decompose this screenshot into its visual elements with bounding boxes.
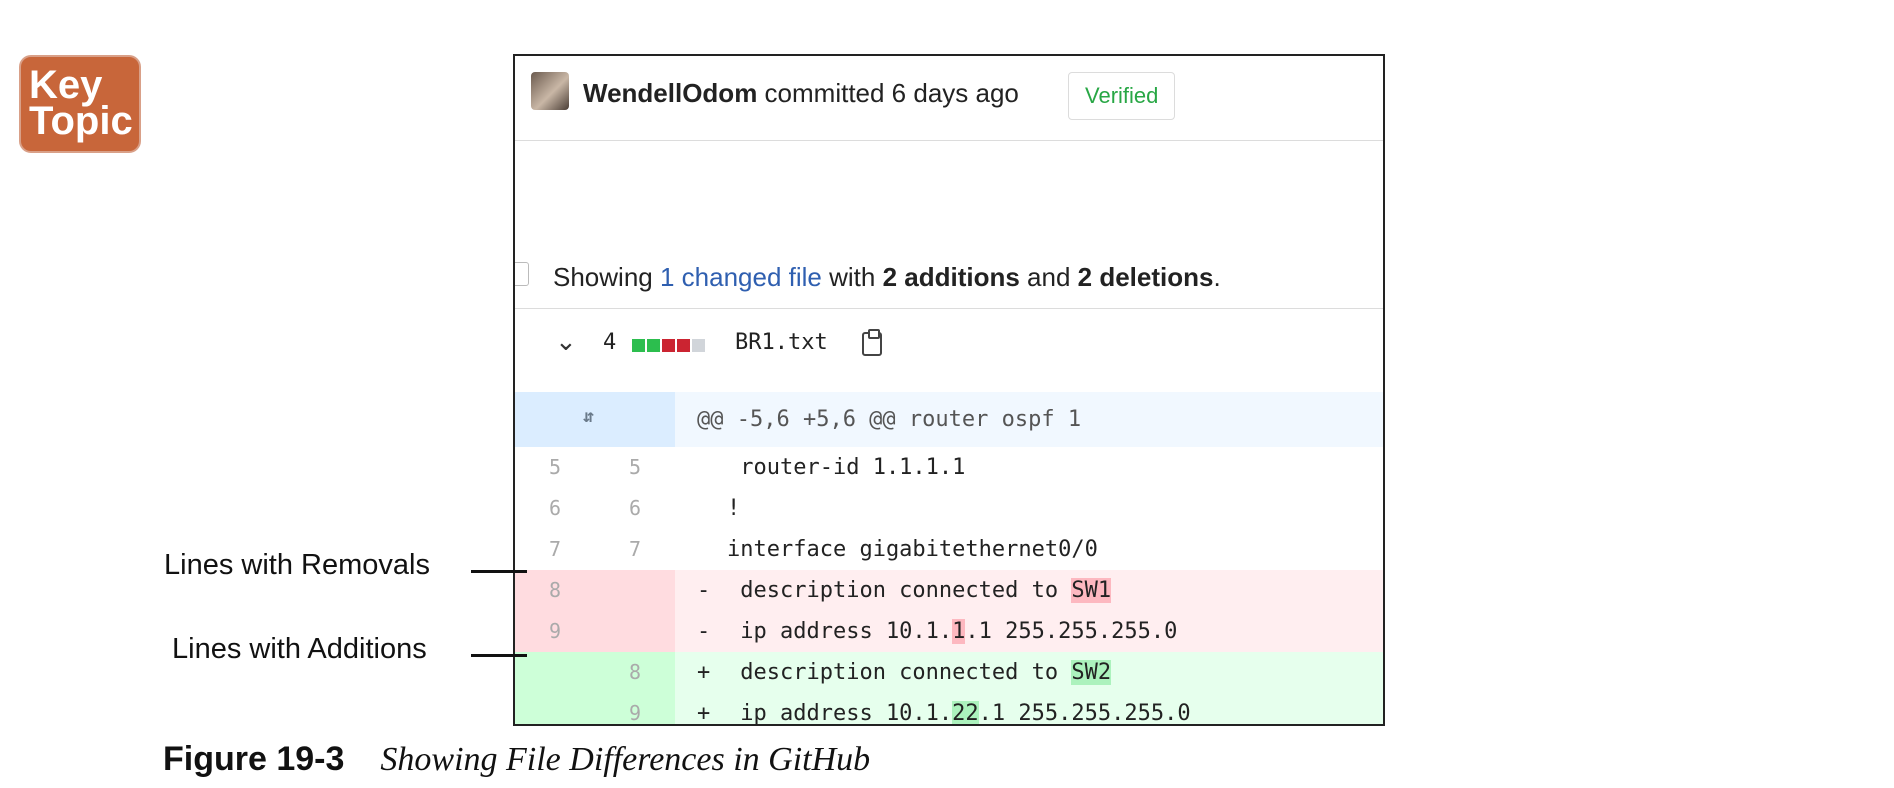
code-prefix: description connected to: [727, 660, 1072, 685]
additions-count: 2 additions: [882, 262, 1020, 292]
old-line-number[interactable]: 6: [515, 488, 595, 529]
new-line-number[interactable]: 9: [595, 693, 675, 724]
code-prefix: ip address 10.1.: [727, 701, 953, 726]
code-text: ip address 10.1.1.1 255.255.255.0: [727, 611, 1177, 652]
diff-sign: +: [697, 660, 711, 685]
commit-header: WendellOdom committed 6 days ago Verifie…: [515, 56, 1383, 141]
file-header: ⌄ 4 BR1.txt: [515, 308, 1383, 392]
new-line-number[interactable]: 6: [595, 488, 675, 529]
old-line-number[interactable]: 7: [515, 529, 595, 570]
deletions-count: 2 deletions: [1077, 262, 1214, 292]
diff-table: ⇵ @@ -5,6 +5,6 @@ router ospf 1 55 route…: [515, 392, 1383, 726]
file-change-count: 4: [603, 330, 617, 355]
code-text: ip address 10.1.22.1 255.255.255.0: [727, 693, 1191, 726]
commit-info: WendellOdom committed 6 days ago: [583, 78, 1019, 109]
removed-line: 8 - description connected to SW1: [515, 570, 1383, 611]
summary-text: Showing 1 changed file with 2 additions …: [553, 262, 1221, 293]
figure-number: Figure 19-3: [163, 740, 345, 778]
diffstat-bar: [632, 339, 707, 357]
code-prefix: description connected to: [727, 578, 1072, 603]
new-line-number[interactable]: 5: [595, 447, 675, 488]
commit-author[interactable]: WendellOdom: [583, 78, 757, 108]
changed-file-link[interactable]: 1 changed file: [660, 262, 822, 292]
context-line: 6 6!: [515, 488, 1383, 529]
additions-leader-line: [471, 654, 527, 657]
diffstat-square: [647, 339, 660, 352]
added-line: 9 + ip address 10.1.22.1 255.255.255.0: [515, 693, 1383, 726]
key-topic-line2: Topic: [29, 99, 133, 143]
code-text: description connected to SW2: [727, 652, 1112, 693]
diffstat-square: [677, 339, 690, 352]
old-line-number[interactable]: [515, 652, 595, 693]
verified-badge[interactable]: Verified: [1068, 72, 1176, 120]
diff-sign: +: [697, 701, 711, 726]
diff-sign: -: [697, 578, 711, 603]
new-line-number[interactable]: [595, 570, 675, 611]
added-line: 8 + description connected to SW2: [515, 652, 1383, 693]
summary-prefix: Showing: [553, 262, 660, 292]
diffstat-square: [662, 339, 675, 352]
hunk-gutter: [515, 392, 675, 447]
key-topic-line1: Key: [29, 63, 103, 107]
diff-sign: -: [697, 619, 711, 644]
old-line-number[interactable]: [515, 693, 595, 724]
old-line-number[interactable]: 5: [515, 447, 595, 488]
new-line-number[interactable]: [595, 611, 675, 652]
code-prefix: ip address 10.1.: [727, 619, 953, 644]
summary-mid: with: [821, 262, 883, 292]
figure-title: Showing File Differences in GitHub: [380, 741, 871, 778]
summary-and: and: [1019, 262, 1078, 292]
changed-token: 1: [952, 619, 966, 644]
clipboard-icon[interactable]: [862, 329, 882, 356]
figure-caption: Figure 19-3 Showing File Differences in G…: [163, 740, 870, 779]
context-line: 7 7 interface gigabitethernet0/0: [515, 529, 1383, 570]
diffstat-square: [632, 339, 645, 352]
code-text: description connected to SW1: [727, 570, 1112, 611]
github-diff-panel: WendellOdom committed 6 days ago Verifie…: [513, 54, 1385, 726]
key-topic-badge: Key Topic: [19, 55, 141, 153]
hunk-header: ⇵ @@ -5,6 +5,6 @@ router ospf 1: [515, 392, 1383, 447]
removed-line: 9 - ip address 10.1.1.1 255.255.255.0: [515, 611, 1383, 652]
additions-callout: Lines with Additions: [172, 633, 427, 665]
old-line-number[interactable]: 9: [515, 611, 595, 652]
hunk-text: @@ -5,6 +5,6 @@ router ospf 1: [697, 407, 1082, 432]
diff-summary: Showing 1 changed file with 2 additions …: [515, 140, 1383, 309]
avatar[interactable]: [531, 72, 569, 110]
new-line-number[interactable]: 8: [595, 652, 675, 693]
code-text: !: [727, 496, 741, 521]
changed-token: 22: [952, 701, 979, 726]
chevron-down-icon[interactable]: ⌄: [555, 326, 577, 357]
removals-callout: Lines with Removals: [164, 549, 430, 581]
code-suffix: .1 255.255.255.0: [965, 619, 1178, 644]
summary-end: .: [1213, 262, 1221, 292]
diff-file-icon: [515, 262, 529, 286]
context-line: 55 router-id 1.1.1.1: [515, 447, 1383, 488]
code-suffix: .1 255.255.255.0: [978, 701, 1191, 726]
commit-time: committed 6 days ago: [757, 78, 1019, 108]
file-name[interactable]: BR1.txt: [735, 330, 828, 355]
old-line-number[interactable]: 8: [515, 570, 595, 611]
removals-leader-line: [471, 570, 527, 573]
code-text: router-id 1.1.1.1: [727, 455, 966, 480]
changed-token: SW2: [1071, 660, 1112, 685]
changed-token: SW1: [1071, 578, 1112, 603]
new-line-number[interactable]: 7: [595, 529, 675, 570]
expand-icon[interactable]: ⇵: [583, 406, 594, 427]
diffstat-square: [692, 339, 705, 352]
code-text: interface gigabitethernet0/0: [727, 537, 1098, 562]
